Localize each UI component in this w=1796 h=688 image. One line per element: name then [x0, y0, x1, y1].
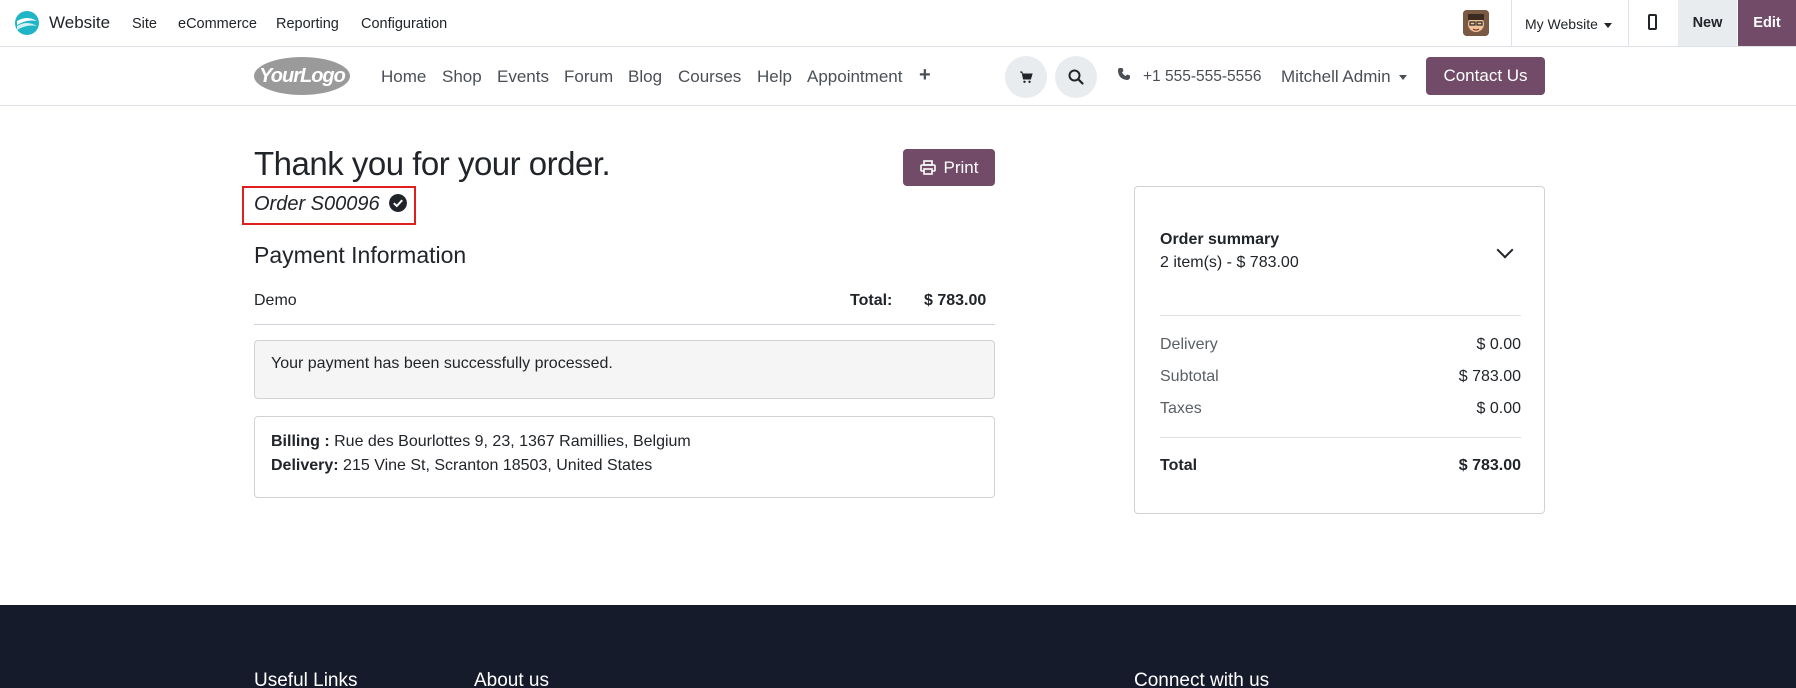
billing-label: Billing :	[271, 433, 330, 450]
add-menu-icon[interactable]: +	[919, 64, 931, 87]
edit-button[interactable]: Edit	[1738, 0, 1796, 46]
website-app-icon[interactable]	[14, 10, 40, 36]
site-header: YourLogo Home Shop Events Forum Blog Cou…	[0, 47, 1796, 106]
billing-address: Billing : Rue des Bourlottes 9, 23, 1367…	[271, 433, 691, 451]
divider	[1628, 0, 1629, 46]
website-selector[interactable]: My Website	[1525, 16, 1612, 32]
billing-value: Rue des Bourlottes 9, 23, 1367 Ramillies…	[334, 433, 691, 450]
caret-down-icon	[1603, 22, 1612, 28]
divider	[1160, 437, 1521, 438]
divider	[1160, 315, 1521, 316]
app-name[interactable]: Website	[49, 13, 110, 33]
footer-heading-useful-links: Useful Links	[254, 670, 358, 688]
page-title: Thank you for your order.	[254, 145, 611, 182]
summary-row-delivery: Delivery $ 0.00	[1160, 336, 1521, 353]
footer-heading-connect: Connect with us	[1134, 670, 1270, 688]
payment-success-alert: Your payment has been successfully proce…	[254, 340, 995, 399]
user-avatar[interactable]	[1463, 10, 1489, 36]
address-box: Billing : Rue des Bourlottes 9, 23, 1367…	[254, 416, 995, 498]
new-button[interactable]: New	[1678, 0, 1737, 46]
phone-link[interactable]: +1 555-555-5556	[1143, 68, 1262, 86]
print-button[interactable]: Print	[903, 149, 995, 186]
order-summary-items: 2 item(s) - $ 783.00	[1160, 254, 1299, 271]
menu-site[interactable]: Site	[132, 16, 157, 32]
print-icon	[919, 160, 936, 175]
nav-help[interactable]: Help	[757, 67, 792, 87]
mobile-preview-icon[interactable]	[1648, 14, 1657, 30]
order-summary-card: Order summary 2 item(s) - $ 783.00 Deliv…	[1134, 186, 1545, 514]
menu-ecommerce[interactable]: eCommerce	[178, 16, 257, 32]
payment-information-title: Payment Information	[254, 242, 467, 268]
summary-total: Total $ 783.00	[1160, 457, 1521, 474]
nav-forum[interactable]: Forum	[564, 67, 613, 87]
order-reference: Order S00096	[254, 193, 380, 215]
summary-row-subtotal: Subtotal $ 783.00	[1160, 368, 1521, 385]
print-label: Print	[943, 157, 979, 177]
total-value: $ 783.00	[924, 292, 987, 309]
caret-down-icon	[1398, 75, 1407, 81]
divider	[254, 324, 995, 325]
cart-icon	[1020, 71, 1033, 83]
admin-bar: Website Site eCommerce Reporting Configu…	[0, 0, 1796, 47]
alert-message: Your payment has been successfully proce…	[271, 355, 613, 372]
order-summary-title[interactable]: Order summary	[1160, 231, 1279, 249]
nav-blog[interactable]: Blog	[628, 67, 662, 87]
search-button[interactable]	[1055, 56, 1097, 98]
site-logo[interactable]: YourLogo	[254, 57, 350, 95]
menu-reporting[interactable]: Reporting	[276, 16, 339, 32]
cart-button[interactable]	[1005, 56, 1047, 98]
nav-shop[interactable]: Shop	[442, 67, 482, 87]
delivery-label: Delivery:	[271, 457, 339, 474]
delivery-value: 215 Vine St, Scranton 18503, United Stat…	[343, 457, 653, 474]
user-menu[interactable]: Mitchell Admin	[1281, 67, 1407, 87]
footer-heading-about-us: About us	[474, 670, 549, 688]
contact-us-button[interactable]: Contact Us	[1426, 57, 1545, 95]
check-circle-icon	[389, 194, 407, 212]
search-icon	[1068, 69, 1084, 85]
nav-events[interactable]: Events	[497, 67, 549, 87]
payment-method: Demo	[254, 292, 297, 309]
nav-home[interactable]: Home	[381, 67, 426, 87]
total-label: Total:	[850, 292, 893, 309]
divider	[1511, 0, 1512, 46]
nav-courses[interactable]: Courses	[678, 67, 741, 87]
avatar-icon	[1463, 10, 1489, 36]
menu-configuration[interactable]: Configuration	[361, 16, 447, 32]
delivery-address: Delivery: 215 Vine St, Scranton 18503, U…	[271, 457, 652, 475]
nav-appointment[interactable]: Appointment	[807, 67, 902, 87]
phone-icon	[1118, 68, 1130, 80]
chevron-down-icon[interactable]	[1496, 241, 1514, 259]
summary-row-taxes: Taxes $ 0.00	[1160, 400, 1521, 417]
site-footer: Useful Links About us Connect with us	[0, 605, 1796, 688]
